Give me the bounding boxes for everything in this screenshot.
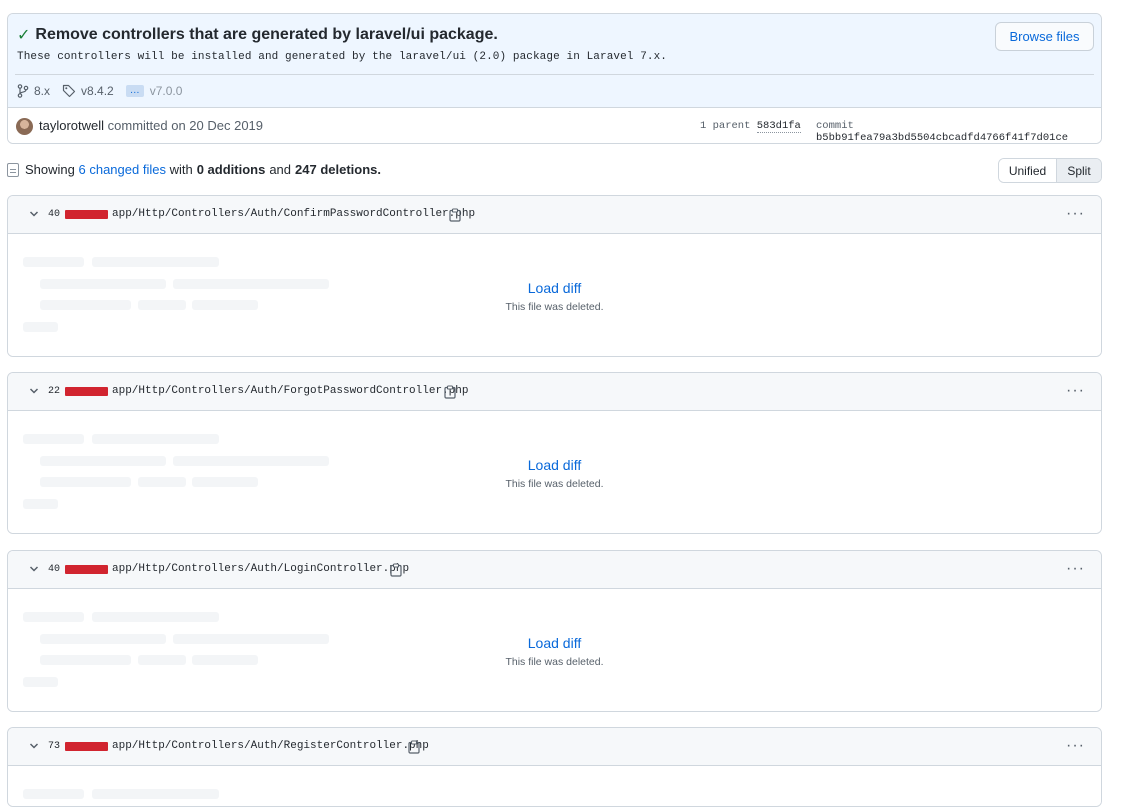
git-branch-icon <box>17 84 29 98</box>
additions-count: 0 additions <box>196 162 266 177</box>
tag-end-label[interactable]: v7.0.0 <box>150 84 183 98</box>
branch-ref[interactable]: 8.x <box>17 84 50 98</box>
file-path[interactable]: app/Http/Controllers/Auth/ConfirmPasswor… <box>112 208 475 220</box>
more-options-icon[interactable]: ··· <box>1066 382 1085 400</box>
commit-refs: 8.x v8.4.2 … v7.0.0 <box>17 84 182 98</box>
file-path[interactable]: app/Http/Controllers/Auth/LoginControlle… <box>112 563 409 575</box>
deletion-bar <box>65 210 108 219</box>
deletion-bar <box>65 565 108 574</box>
chevron-down-icon[interactable] <box>29 386 39 396</box>
browse-files-button[interactable]: Browse files <box>995 22 1094 51</box>
commit-header: ✓ Remove controllers that are generated … <box>7 13 1102 144</box>
load-diff-link[interactable]: Load diff <box>8 457 1101 473</box>
commit-summary-panel: ✓ Remove controllers that are generated … <box>8 14 1101 108</box>
showing-text: Showing <box>25 162 75 177</box>
diff-view-toggle: Unified Split <box>998 158 1102 183</box>
more-options-icon[interactable]: ··· <box>1066 205 1085 223</box>
file-path[interactable]: app/Http/Controllers/Auth/ForgotPassword… <box>112 385 468 397</box>
parent-sha-link[interactable]: 583d1fa <box>756 120 801 133</box>
file-body-placeholder <box>8 766 1101 806</box>
and-text: and <box>269 162 292 177</box>
author-line: taylorotwell committed on 20 Dec 2019 <box>39 118 263 133</box>
with-text: with <box>169 162 193 177</box>
commit-sha: commit b5bb91fea79a3bd5504cbcadfd4766f41… <box>816 120 1101 143</box>
more-options-icon[interactable]: ··· <box>1066 560 1085 578</box>
deleted-note: This file was deleted. <box>505 478 604 490</box>
commit-title-text: Remove controllers that are generated by… <box>35 26 498 43</box>
file-header: 40 app/Http/Controllers/Auth/ConfirmPass… <box>8 196 1101 234</box>
copy-icon[interactable] <box>408 740 420 754</box>
file-diff-icon <box>7 162 19 177</box>
commit-title: ✓ Remove controllers that are generated … <box>17 25 498 45</box>
file-body-placeholder: Load diff This file was deleted. <box>8 234 1101 356</box>
check-icon: ✓ <box>17 27 31 44</box>
expand-tags-button[interactable]: … <box>125 85 144 97</box>
commit-sha-value[interactable]: b5bb91fea79a3bd5504cbcadfd4766f41f7d01ce <box>816 132 1068 143</box>
deletion-count: 22 <box>48 386 61 397</box>
more-options-icon[interactable]: ··· <box>1066 737 1085 755</box>
deletion-count: 40 <box>48 209 61 220</box>
file-header: 73 app/Http/Controllers/Auth/RegisterCon… <box>8 728 1101 766</box>
load-diff-link[interactable]: Load diff <box>8 280 1101 296</box>
committed-text: committed on 20 Dec 2019 <box>107 118 264 133</box>
changed-files-link[interactable]: 6 changed files <box>79 162 166 177</box>
commit-description: These controllers will be installed and … <box>17 51 668 63</box>
deletion-bar <box>65 387 108 396</box>
parent-info: 1 parent 583d1fa <box>700 120 801 133</box>
file-path[interactable]: app/Http/Controllers/Auth/RegisterContro… <box>112 740 429 752</box>
divider <box>15 74 1094 75</box>
author-link[interactable]: taylorotwell <box>39 118 104 133</box>
branch-label: 8.x <box>34 84 51 98</box>
parent-prefix: 1 parent <box>700 120 751 132</box>
avatar[interactable] <box>16 118 33 135</box>
file-diff: 40 app/Http/Controllers/Auth/LoginContro… <box>7 550 1102 712</box>
deletions-count: 247 deletions. <box>295 162 382 177</box>
deleted-note: This file was deleted. <box>505 301 604 313</box>
deleted-note: This file was deleted. <box>505 656 604 668</box>
chevron-down-icon[interactable] <box>29 741 39 751</box>
file-header: 22 app/Http/Controllers/Auth/ForgotPassw… <box>8 373 1101 411</box>
file-diff: 40 app/Http/Controllers/Auth/ConfirmPass… <box>7 195 1102 357</box>
chevron-down-icon[interactable] <box>29 209 39 219</box>
file-diff: 73 app/Http/Controllers/Auth/RegisterCon… <box>7 727 1102 807</box>
commit-meta: taylorotwell committed on 20 Dec 2019 1 … <box>8 108 1101 143</box>
split-view-button[interactable]: Split <box>1057 159 1101 182</box>
deletion-bar <box>65 742 108 751</box>
tag-label: v8.4.2 <box>81 84 114 98</box>
deletion-count: 73 <box>48 741 61 752</box>
file-body-placeholder: Load diff This file was deleted. <box>8 411 1101 533</box>
unified-view-button[interactable]: Unified <box>999 159 1057 182</box>
load-diff-link[interactable]: Load diff <box>8 635 1101 651</box>
copy-icon[interactable] <box>390 563 402 577</box>
chevron-down-icon[interactable] <box>29 564 39 574</box>
copy-icon[interactable] <box>449 208 461 222</box>
deletion-count: 40 <box>48 564 61 575</box>
file-header: 40 app/Http/Controllers/Auth/LoginContro… <box>8 551 1101 589</box>
tag-ref[interactable]: v8.4.2 <box>62 84 114 98</box>
file-diff: 22 app/Http/Controllers/Auth/ForgotPassw… <box>7 372 1102 534</box>
diff-summary: Showing 6 changed files with 0 additions a… <box>7 162 385 177</box>
tag-icon <box>62 84 76 98</box>
copy-icon[interactable] <box>444 385 456 399</box>
file-body-placeholder: Load diff This file was deleted. <box>8 589 1101 711</box>
commit-prefix: commit <box>816 120 854 132</box>
